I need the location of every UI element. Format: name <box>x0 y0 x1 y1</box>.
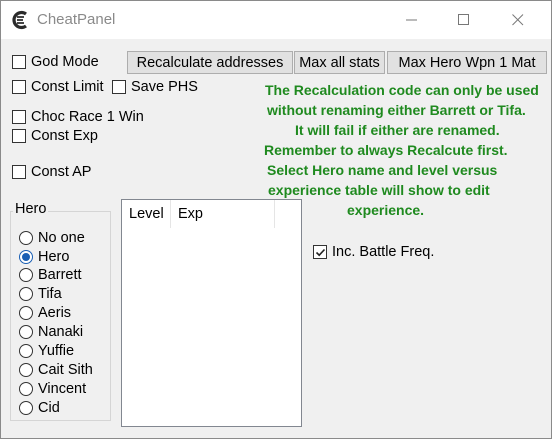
window-title: CheatPanel <box>37 11 116 28</box>
checkbox-box[interactable] <box>12 129 26 143</box>
note-line: experience table will show to edit <box>268 182 490 198</box>
radio-barrett[interactable]: Barrett <box>19 267 82 283</box>
note-line: The Recalculation code can only be used <box>265 82 539 98</box>
level-exp-table[interactable]: Level Exp <box>121 199 302 427</box>
minimize-icon <box>406 19 417 21</box>
max-hero-weapon-button[interactable]: Max Hero Wpn 1 Mat <box>387 51 547 74</box>
note-line: experience. <box>347 202 425 218</box>
checkbox-box[interactable] <box>12 80 26 94</box>
radio-hero[interactable]: Hero <box>19 249 69 265</box>
radio-label: Cid <box>38 400 60 416</box>
god-mode-label: God Mode <box>31 54 99 70</box>
const-exp-label: Const Exp <box>31 128 98 144</box>
radio-circle[interactable] <box>19 231 33 245</box>
title-bar[interactable]: CheatPanel <box>1 1 551 39</box>
note-line: Remember to always Recalcute first. <box>264 142 508 158</box>
radio-label: Yuffie <box>38 343 75 359</box>
save-phs-checkbox[interactable]: Save PHS <box>112 79 198 95</box>
radio-label: Barrett <box>38 267 82 283</box>
inc-battle-freq-label: Inc. Battle Freq. <box>332 244 435 260</box>
hero-group-legend: Hero <box>13 201 49 217</box>
const-limit-checkbox[interactable]: Const Limit <box>12 79 104 95</box>
column-header-level[interactable]: Level <box>122 200 171 228</box>
note-line: Select Hero name and level versus <box>267 162 498 178</box>
column-header-exp[interactable]: Exp <box>171 200 275 228</box>
note-line: It will fail if either are renamed. <box>295 122 500 138</box>
choc-race-checkbox[interactable]: Choc Race 1 Win <box>12 109 144 125</box>
close-icon <box>512 14 524 26</box>
radio-label: Aeris <box>38 305 72 321</box>
god-mode-checkbox[interactable]: God Mode <box>12 54 99 70</box>
radio-circle[interactable] <box>19 325 33 339</box>
radio-label: Tifa <box>38 286 62 302</box>
radio-dot <box>22 253 30 261</box>
radio-label: Vincent <box>38 381 87 397</box>
radio-circle[interactable] <box>19 344 33 358</box>
radio-tifa[interactable]: Tifa <box>19 286 62 302</box>
radio-circle[interactable] <box>19 401 33 415</box>
radio-circle[interactable] <box>19 382 33 396</box>
radio-circle[interactable] <box>19 268 33 282</box>
save-phs-label: Save PHS <box>131 79 198 95</box>
radio-cid[interactable]: Cid <box>19 400 60 416</box>
choc-race-label: Choc Race 1 Win <box>31 109 144 125</box>
cheatpanel-window: CheatPanel God Mode Const Limit Save PHS <box>0 0 552 439</box>
close-button[interactable] <box>495 1 541 39</box>
checkmark-icon <box>315 248 325 256</box>
radio-yuffie[interactable]: Yuffie <box>19 343 74 359</box>
maximize-button[interactable] <box>441 1 487 39</box>
const-limit-label: Const Limit <box>31 79 104 95</box>
radio-label: Hero <box>38 249 70 265</box>
const-exp-checkbox[interactable]: Const Exp <box>12 128 98 144</box>
radio-no-one[interactable]: No one <box>19 230 85 246</box>
radio-nanaki[interactable]: Nanaki <box>19 324 83 340</box>
checkbox-box[interactable] <box>112 80 126 94</box>
radio-circle[interactable] <box>19 363 33 377</box>
radio-vincent[interactable]: Vincent <box>19 381 86 397</box>
maximize-icon <box>458 14 469 25</box>
const-ap-label: Const AP <box>31 164 92 180</box>
radio-circle-selected[interactable] <box>19 250 33 264</box>
radio-circle[interactable] <box>19 287 33 301</box>
radio-label: Cait Sith <box>38 362 93 378</box>
const-ap-checkbox[interactable]: Const AP <box>12 164 91 180</box>
checkbox-box[interactable] <box>12 110 26 124</box>
radio-aeris[interactable]: Aeris <box>19 305 71 321</box>
table-header: Level Exp <box>122 200 275 228</box>
radio-cait-sith[interactable]: Cait Sith <box>19 362 93 378</box>
radio-label: No one <box>38 230 85 246</box>
cheat-engine-icon <box>11 10 31 30</box>
inc-battle-freq-checkbox[interactable]: Inc. Battle Freq. <box>313 244 434 260</box>
radio-circle[interactable] <box>19 306 33 320</box>
minimize-button[interactable] <box>389 1 435 39</box>
checkbox-box-checked[interactable] <box>313 245 327 259</box>
max-all-stats-button[interactable]: Max all stats <box>294 51 385 74</box>
radio-label: Nanaki <box>38 324 84 340</box>
note-line: without renaming either Barrett or Tifa. <box>267 102 526 118</box>
checkbox-box[interactable] <box>12 165 26 179</box>
recalculate-addresses-button[interactable]: Recalculate addresses <box>127 51 293 74</box>
checkbox-box[interactable] <box>12 55 26 69</box>
